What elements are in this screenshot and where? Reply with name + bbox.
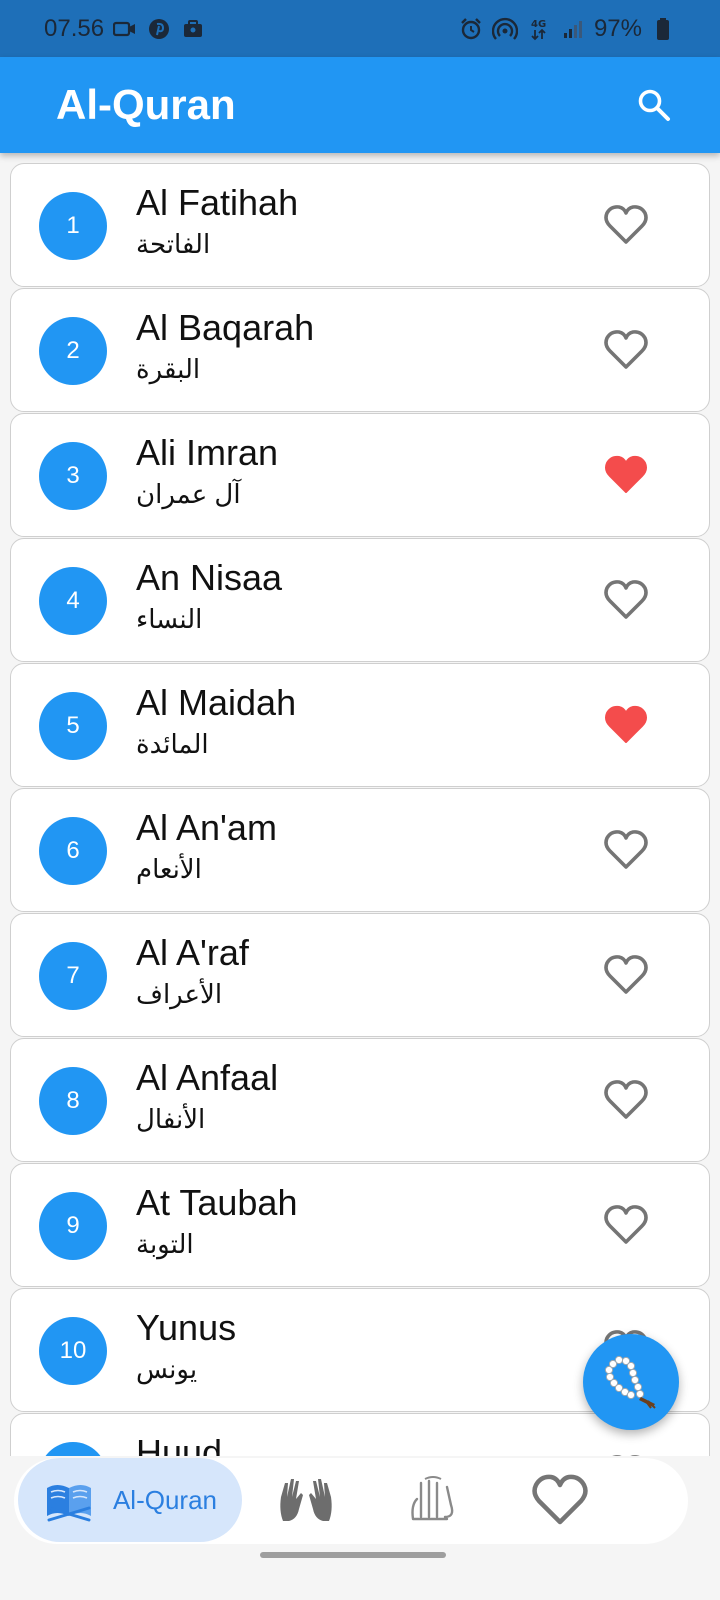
tasbih-fab-button[interactable]	[583, 1334, 679, 1430]
prayer-beads-icon	[604, 1355, 656, 1409]
surah-name: Al An'am	[136, 807, 277, 848]
surah-name: Al Fatihah	[136, 182, 299, 223]
surah-card[interactable]: 7 Al A'raf الأعراف	[10, 913, 710, 1037]
favorite-heart-filled-button[interactable]	[601, 452, 651, 498]
surah-card[interactable]: 2 Al Baqarah البقرة	[10, 288, 710, 412]
surah-name: Al Anfaal	[136, 1057, 279, 1098]
surah-arabic-name: الفاتحة	[136, 229, 211, 259]
favorite-heart-button[interactable]	[601, 952, 651, 998]
heart-outline-icon	[604, 830, 648, 869]
surah-names: An Nisaa النساء	[136, 557, 282, 639]
surah-names: Al Maidah المائدة	[136, 682, 296, 764]
surah-arabic-name: الأعراف	[136, 979, 223, 1009]
battery-percent: 97%	[593, 14, 642, 42]
app-bar: Al-Quran	[0, 57, 720, 153]
surah-arabic-name: الأنعام	[136, 854, 202, 884]
bottom-navigation: Al-Quran	[0, 1456, 720, 1600]
surah-name: Al A'raf	[136, 932, 249, 973]
hotspot-icon	[491, 16, 518, 42]
favorite-heart-button[interactable]	[601, 577, 651, 623]
surah-number-badge: 3	[39, 442, 107, 510]
surah-names: Al Anfaal الأنفال	[136, 1057, 278, 1139]
surah-name: Al Maidah	[136, 682, 297, 723]
surah-card[interactable]: 5 Al Maidah المائدة	[10, 663, 710, 787]
surah-names: Al A'raf الأعراف	[136, 932, 249, 1014]
surah-arabic-name: البقرة	[136, 354, 201, 384]
nav-item-asmaul-husna[interactable]	[398, 1458, 468, 1542]
surah-name: Ali Imran	[136, 432, 279, 473]
nav-item-label: Al-Quran	[112, 1484, 218, 1515]
heart-outline-icon	[604, 205, 648, 244]
alarm-icon	[458, 16, 484, 42]
surah-names: Al An'am الأنعام	[136, 807, 277, 889]
search-icon	[638, 89, 670, 121]
surah-list: 1 Al Fatihah الفاتحة 2 Al Baqarah البقرة 3 Ali …	[10, 163, 710, 1538]
network-4g-icon: 4G	[526, 16, 552, 42]
heart-outline-icon	[604, 955, 648, 994]
favorite-heart-button[interactable]	[601, 1202, 651, 1248]
surah-number-badge: 8	[39, 1067, 107, 1135]
surah-card[interactable]: 8 Al Anfaal الأنفال	[10, 1038, 710, 1162]
surah-names: Al Baqarah البقرة	[136, 307, 314, 389]
surah-arabic-name: الأنفال	[136, 1104, 206, 1134]
surah-number-badge: 4	[39, 567, 107, 635]
favorite-heart-button[interactable]	[601, 202, 651, 248]
surah-arabic-name: يونس	[136, 1354, 198, 1384]
surah-number-badge: 7	[39, 942, 107, 1010]
video-icon	[112, 16, 138, 42]
search-button[interactable]	[630, 81, 678, 129]
favorite-heart-filled-button[interactable]	[601, 702, 651, 748]
surah-card[interactable]: 9 At Taubah التوبة	[10, 1163, 710, 1287]
surah-card[interactable]: 6 Al An'am الأنعام	[10, 788, 710, 912]
surah-name: Al Baqarah	[136, 307, 315, 348]
heart-outline-icon	[604, 1205, 648, 1244]
surah-number-badge: 9	[39, 1192, 107, 1260]
signal-icon	[560, 16, 586, 42]
home-indicator[interactable]	[260, 1552, 446, 1558]
allah-calligraphy-icon	[411, 1476, 454, 1521]
quran-icon	[46, 1485, 91, 1522]
surah-number-badge: 10	[39, 1317, 107, 1385]
phone-screen: 07.56 4G 97% Al-Quran 1 Al Fatihah الفات…	[0, 0, 720, 1600]
surah-card[interactable]: 3 Ali Imran آل عمران	[10, 413, 710, 537]
favorite-heart-button[interactable]	[601, 1077, 651, 1123]
briefcase-icon	[180, 16, 206, 42]
surah-card[interactable]: 1 Al Fatihah الفاتحة	[10, 163, 710, 287]
surah-arabic-name: التوبة	[136, 1229, 194, 1259]
surah-names: Ali Imran آل عمران	[136, 432, 278, 514]
surah-card[interactable]: 4 An Nisaa النساء	[10, 538, 710, 662]
surah-name: An Nisaa	[136, 557, 283, 598]
status-time: 07.56	[44, 14, 105, 42]
heart-icon	[532, 1474, 588, 1525]
surah-names: Al Fatihah الفاتحة	[136, 182, 298, 264]
nav-item-doa[interactable]	[268, 1458, 344, 1542]
page-title: Al-Quran	[56, 81, 236, 128]
surah-number-badge: 1	[39, 192, 107, 260]
nav-item-favorites[interactable]	[522, 1458, 598, 1542]
surah-arabic-name: المائدة	[136, 729, 209, 759]
praying-hands-icon	[280, 1479, 332, 1521]
svg-text:4G: 4G	[531, 19, 546, 30]
surah-number-badge: 6	[39, 817, 107, 885]
heart-filled-icon	[605, 455, 647, 493]
surah-arabic-name: آل عمران	[136, 479, 241, 509]
battery-icon	[650, 16, 676, 42]
surah-number-badge: 2	[39, 317, 107, 385]
surah-name: At Taubah	[136, 1182, 298, 1223]
nav-item-al-quran[interactable]: Al-Quran	[18, 1458, 242, 1542]
heart-outline-icon	[604, 580, 648, 619]
pinterest-icon	[146, 16, 172, 42]
favorite-heart-button[interactable]	[601, 327, 651, 373]
surah-number-badge: 5	[39, 692, 107, 760]
surah-arabic-name: النساء	[136, 604, 203, 634]
heart-outline-icon	[604, 330, 648, 369]
heart-filled-icon	[605, 705, 647, 743]
heart-outline-icon	[604, 1080, 648, 1119]
surah-names: At Taubah التوبة	[136, 1182, 297, 1264]
surah-name: Yunus	[136, 1307, 237, 1348]
surah-names: Yunus يونس	[136, 1307, 236, 1389]
status-bar: 07.56 4G 97%	[0, 0, 720, 57]
favorite-heart-button[interactable]	[601, 827, 651, 873]
